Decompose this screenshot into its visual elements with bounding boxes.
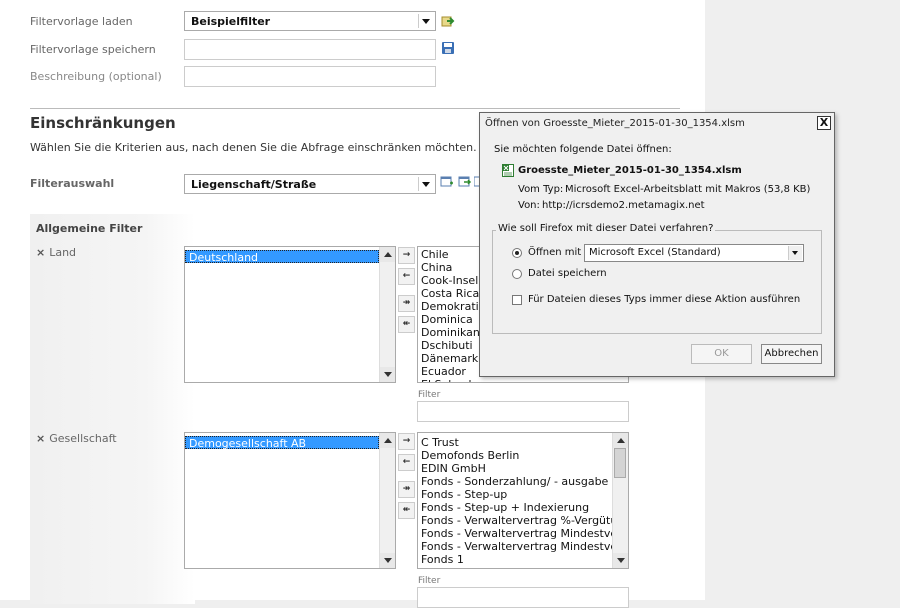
list-item[interactable]: Deutschland bbox=[185, 250, 379, 264]
remove-selected-button[interactable]: ← bbox=[398, 268, 415, 285]
excel-file-icon bbox=[502, 164, 514, 177]
close-icon[interactable]: X bbox=[817, 116, 831, 130]
save-template-label: Filtervorlage speichern bbox=[30, 43, 156, 56]
land-filter-label: × Land bbox=[36, 246, 76, 259]
remove-all-button[interactable]: ↞ bbox=[398, 502, 415, 519]
dialog-from-value: http://icrsdemo2.metamagix.net bbox=[542, 200, 705, 211]
dialog-filename: Groesste_Mieter_2015-01-30_1354.xlsm bbox=[518, 165, 742, 176]
land-selected-list[interactable]: Deutschland bbox=[184, 246, 396, 383]
save-disk-icon[interactable] bbox=[441, 41, 455, 55]
land-filter-caption: Filter bbox=[418, 390, 441, 400]
add-all-button[interactable]: ↠ bbox=[398, 295, 415, 312]
list-item[interactable]: Fonds - Step-up + Indexierung bbox=[418, 501, 628, 514]
scroll-up-icon[interactable] bbox=[380, 433, 395, 448]
section-divider bbox=[30, 108, 680, 109]
filter-add-icon[interactable] bbox=[440, 175, 454, 189]
dialog-titlebar[interactable]: Öffnen von Groesste_Mieter_2015-01-30_13… bbox=[480, 113, 834, 135]
scroll-down-icon[interactable] bbox=[613, 553, 628, 568]
save-file-label[interactable]: Datei speichern bbox=[528, 268, 607, 279]
section-title: Einschränkungen bbox=[30, 114, 176, 132]
scrollbar[interactable] bbox=[379, 433, 395, 568]
remove-filter-icon[interactable]: × bbox=[36, 246, 45, 259]
list-item[interactable]: Fonds - Verwaltervertrag Mindestvergütun… bbox=[418, 540, 628, 553]
filter-edit-icon[interactable] bbox=[458, 175, 472, 189]
section-description: Wählen Sie die Kriterien aus, nach denen… bbox=[30, 141, 477, 154]
list-item[interactable]: C Trust bbox=[418, 436, 628, 449]
land-selected-items: Deutschland bbox=[185, 247, 395, 264]
gesellschaft-filter-caption: Filter bbox=[418, 576, 441, 586]
scroll-up-icon[interactable] bbox=[380, 247, 395, 262]
application-select-value: Microsoft Excel (Standard) bbox=[589, 247, 721, 258]
scroll-thumb[interactable] bbox=[614, 448, 626, 478]
scroll-up-icon[interactable] bbox=[613, 433, 628, 448]
save-template-input[interactable] bbox=[184, 39, 436, 60]
description-label: Beschreibung (optional) bbox=[30, 70, 162, 83]
gesellschaft-selected-items: Demogesellschaft AB bbox=[185, 433, 395, 450]
description-input[interactable] bbox=[184, 66, 436, 87]
scrollbar[interactable] bbox=[379, 247, 395, 382]
list-item[interactable]: Fonds - Verwaltervertrag %-Vergütung bbox=[418, 514, 628, 527]
list-item[interactable]: El Salvador bbox=[418, 378, 628, 382]
scroll-down-icon[interactable] bbox=[380, 367, 395, 382]
gesellschaft-label-text: Gesellschaft bbox=[49, 432, 117, 445]
ok-button[interactable]: OK bbox=[691, 344, 752, 364]
list-item[interactable]: Fonds - Verwaltervertrag Mindestvergütun… bbox=[418, 527, 628, 540]
action-question: Wie soll Firefox mit dieser Datei verfah… bbox=[496, 223, 716, 234]
list-item[interactable]: Fonds - Sonderzahlung/ - ausgabe bbox=[418, 475, 628, 488]
add-selected-button[interactable]: → bbox=[398, 433, 415, 450]
dialog-type-label: Vom Typ: bbox=[518, 184, 564, 195]
remove-filter-icon[interactable]: × bbox=[36, 432, 45, 445]
load-template-select[interactable]: Beispielfilter bbox=[184, 11, 436, 31]
load-arrow-icon[interactable] bbox=[441, 14, 455, 28]
gesellschaft-selected-list[interactable]: Demogesellschaft AB bbox=[184, 432, 396, 569]
save-file-radio[interactable] bbox=[512, 269, 522, 279]
list-item[interactable]: Fonds 1 bbox=[418, 553, 628, 566]
list-item[interactable]: Fonds - Step-up bbox=[418, 488, 628, 501]
chevron-down-icon[interactable] bbox=[418, 14, 433, 28]
remove-selected-button[interactable]: ← bbox=[398, 454, 415, 471]
add-selected-button[interactable]: → bbox=[398, 247, 415, 264]
dialog-type-value: Microsoft Excel-Arbeitsblatt mit Makros … bbox=[565, 184, 811, 195]
chevron-down-icon[interactable] bbox=[418, 177, 433, 191]
filter-select[interactable]: Liegenschaft/Straße bbox=[184, 174, 436, 194]
land-label-text: Land bbox=[49, 246, 77, 259]
general-filter-title: Allgemeine Filter bbox=[36, 222, 143, 235]
load-template-label: Filtervorlage laden bbox=[30, 15, 133, 28]
land-filter-input[interactable] bbox=[417, 401, 629, 422]
open-file-dialog: Öffnen von Groesste_Mieter_2015-01-30_13… bbox=[479, 112, 835, 377]
load-template-value: Beispielfilter bbox=[191, 15, 271, 28]
cancel-button[interactable]: Abbrechen bbox=[761, 344, 822, 364]
general-filter-panel bbox=[30, 214, 195, 604]
remove-all-button[interactable]: ↞ bbox=[398, 316, 415, 333]
gesellschaft-filter-label: × Gesellschaft bbox=[36, 432, 117, 445]
add-all-button[interactable]: ↠ bbox=[398, 481, 415, 498]
list-item[interactable]: Demogesellschaft AB bbox=[185, 436, 379, 450]
dialog-from-label: Von: bbox=[518, 200, 540, 211]
always-do-label[interactable]: Für Dateien dieses Typs immer diese Akti… bbox=[528, 294, 800, 305]
always-do-checkbox[interactable] bbox=[512, 295, 522, 305]
gesellschaft-available-items: C Trust Demofonds Berlin EDIN GmbH Fonds - … bbox=[418, 433, 628, 566]
chevron-down-icon[interactable] bbox=[788, 246, 802, 260]
open-with-radio[interactable] bbox=[512, 248, 522, 258]
filter-select-label: Filterauswahl bbox=[30, 177, 115, 190]
dialog-title: Öffnen von Groesste_Mieter_2015-01-30_13… bbox=[485, 118, 745, 129]
filter-select-value: Liegenschaft/Straße bbox=[191, 178, 317, 191]
list-item[interactable]: EDIN GmbH bbox=[418, 462, 628, 475]
scrollbar[interactable] bbox=[612, 433, 628, 568]
open-with-label[interactable]: Öffnen mit bbox=[528, 247, 581, 258]
gesellschaft-filter-input[interactable] bbox=[417, 587, 629, 608]
dialog-intro: Sie möchten folgende Datei öffnen: bbox=[494, 144, 672, 155]
application-select[interactable]: Microsoft Excel (Standard) bbox=[584, 244, 804, 262]
scroll-down-icon[interactable] bbox=[380, 553, 395, 568]
gesellschaft-available-list[interactable]: C Trust Demofonds Berlin EDIN GmbH Fonds - … bbox=[417, 432, 629, 569]
list-item[interactable]: Demofonds Berlin bbox=[418, 449, 628, 462]
